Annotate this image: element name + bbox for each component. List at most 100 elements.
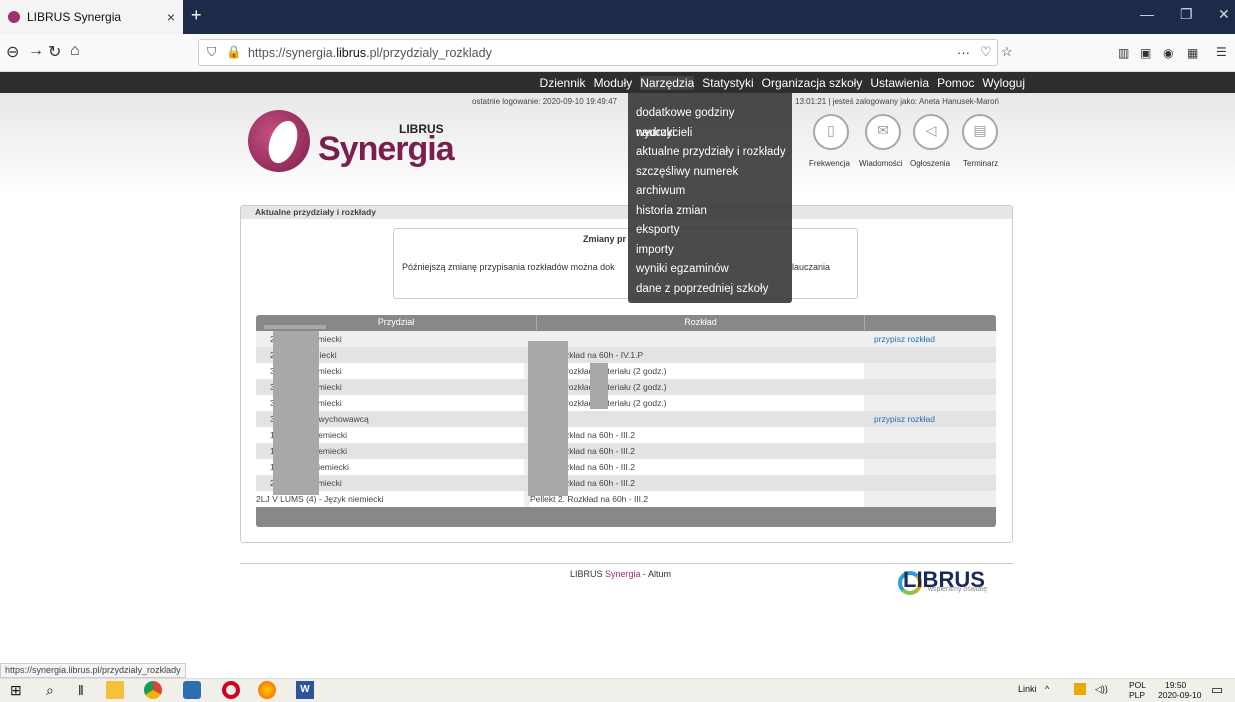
cell-rozklad[interactable]: t 2. Rozkład na 60h - III.2 [530,475,864,491]
browser-tab-bar [0,0,1235,34]
status-bar-url: https://synergia.librus.pl/przydzialy_ro… [0,663,186,678]
menu-pomoc[interactable]: Pomoc [937,76,974,90]
back-icon[interactable]: ⊖ [6,42,19,62]
menu-organizacja[interactable]: Organizacja szkoły [762,76,863,90]
cell-rozklad[interactable]: IA; B - rozkład materiału (2 godz.) [530,363,864,379]
dropdown-item-szczesliwy-numerek[interactable]: szczęśliwy numerek [628,163,792,183]
table-row: 3 - Zajęcia z wychowawcą przypisz rozkła… [256,411,996,427]
info-title: Zmiany pr [583,234,627,244]
ogloszenia-button[interactable]: ◁ [913,114,949,150]
file-explorer-icon[interactable] [106,681,124,699]
dropdown-item-importy[interactable]: importy [628,241,792,261]
dropdown-item-wydruki[interactable]: wydruki [628,124,792,144]
page-actions-icon[interactable]: ··· [957,45,970,60]
cell-rozklad[interactable]: Pellekt 2. Rozkład na 60h - III.2 [530,491,864,507]
dropdown-item-wyniki-egzaminow[interactable]: wyniki egzaminów [628,260,792,280]
tray-lang[interactable]: POL [1129,680,1146,690]
extension-icon[interactable]: ▦ [1187,46,1198,60]
redaction-block [264,325,326,329]
wiadomosci-button[interactable]: ✉ [865,114,901,150]
opera-icon[interactable] [222,681,240,699]
footer-logo-sub: wspieramy oświatę [928,586,988,593]
bookmark-star-icon[interactable]: ☆ [1001,44,1013,60]
reload-icon[interactable]: ↻ [48,42,61,62]
pocket-icon[interactable]: ♡ [980,44,992,60]
account-icon[interactable]: ◉ [1163,46,1173,60]
menu-wyloguj[interactable]: Wyloguj [982,76,1025,90]
logo-synergia-text: Synergia [318,130,455,168]
main-menu: Dziennik Moduły Narzędzia Statystyki Org… [0,72,1235,93]
terminarz-label[interactable]: Terminarz [963,159,998,168]
assign-schedule-link[interactable]: przypisz rozkład [870,331,996,347]
shield-icon: ⛉ [207,45,217,59]
table-row: 2 - Język niemiecki t 2. Rozkład na 60h … [256,475,996,491]
terminarz-button[interactable]: ▤ [962,114,998,150]
menu-narzedzia[interactable]: Narzędzia [640,75,695,90]
dropdown-item-dane-poprzedniej[interactable]: dane z poprzedniej szkoły [628,280,792,300]
table-row: 1 l) - Język niemiecki t 1. Rozkład na 6… [256,459,996,475]
menu-ustawienia[interactable]: Ustawienia [870,76,929,90]
footer-divider [240,563,1013,564]
table-row: 1 ) - Język niemiecki t 1. Rozkład na 60… [256,427,996,443]
table-row: 3 - Język niemiecki IA; B - rozkład mate… [256,379,996,395]
librus-favicon-icon [8,11,20,23]
cell-rozklad[interactable]: t 1. Rozkład na 60h - III.2 [530,443,864,459]
word-icon[interactable]: W [296,681,314,699]
dropdown-item-dodatkowe-godziny[interactable]: dodatkowe godziny nauczycieli [628,104,792,139]
tray-date[interactable]: 2020-09-10 [1158,690,1201,700]
calendar-icon: ▤ [973,122,987,138]
notification-icon[interactable]: ▭ [1211,682,1223,698]
clipboard-icon: ▯ [827,122,835,138]
cell-rozklad[interactable]: t 1. Rozkład na 60h - III.2 [530,459,864,475]
volume-icon[interactable]: ◁)) [1095,684,1108,695]
url-text: https://synergia.librus.pl/przydzialy_ro… [247,45,492,60]
dropdown-item-aktualne-przydzialy[interactable]: aktualne przydziały i rozkłady [628,143,792,163]
search-icon[interactable]: ⌕ [46,682,54,699]
cell-rozklad[interactable]: IA; B - rozkład materiału (2 godz.) [530,379,864,395]
new-tab-button[interactable]: + [191,5,202,26]
assign-schedule-link[interactable]: przypisz rozkład [870,411,996,427]
chrome-icon[interactable] [144,681,162,699]
dropdown-item-eksporty[interactable]: eksporty [628,221,792,241]
tray-time[interactable]: 19:50 [1165,680,1186,690]
library-icon[interactable]: ▥ [1118,46,1129,60]
menu-statystyki[interactable]: Statystyki [702,76,753,90]
narzedzia-dropdown: dodatkowe godziny nauczycieli wydruki ak… [628,93,792,303]
menu-dziennik[interactable]: Dziennik [540,76,586,90]
forward-icon[interactable]: → [28,42,44,60]
cell-rozklad[interactable]: IA; B - rozkład materiału (2 godz.) [530,395,864,411]
tray-chevron-icon[interactable]: ^ [1045,684,1049,694]
browser-tab[interactable]: LIBRUS Synergia × [0,0,183,34]
media-app-icon[interactable] [183,681,201,699]
table-row: 2LJ V LUMS (4) - Język niemiecki Pellekt… [256,491,996,507]
tray-app-icon[interactable] [1074,683,1086,695]
dropdown-item-archiwum[interactable]: archiwum [628,182,792,202]
windows-start-icon[interactable]: ⊞ [10,682,22,699]
tab-close-icon[interactable]: × [167,9,175,25]
tray-lang2[interactable]: PLP [1129,690,1145,700]
table-row: 2 Język niemiecki t 3. Rozkład na 60h - … [256,347,996,363]
frekwencja-button[interactable]: ▯ [813,114,849,150]
tray-links[interactable]: Linki [1018,684,1037,694]
cell-rozklad[interactable]: t 1. Rozkład na 60h - III.2 [530,427,864,443]
table-row: 1 ) - Język niemiecki t 1. Rozkład na 60… [256,443,996,459]
wiadomosci-label[interactable]: Wiadomości [859,159,903,168]
frekwencja-label[interactable]: Frekwencja [809,159,850,168]
task-view-icon[interactable]: ‖ [78,682,84,698]
info-text: Późniejszą zmianę przypisania rozkładów … [402,262,615,272]
restore-icon[interactable]: ❐ [1180,6,1193,23]
dropdown-item-historia-zmian[interactable]: historia zmian [628,202,792,222]
home-icon[interactable]: ⌂ [70,42,80,60]
url-bar[interactable]: ⛉ 🔒 https://synergia.librus.pl/przydzial… [198,39,998,66]
synergia-logo-icon[interactable] [248,110,310,172]
menu-moduly[interactable]: Moduły [594,76,633,90]
table-row: 3 - Język niemiecki IA; B - rozkład mate… [256,395,996,411]
sidebar-icon[interactable]: ▣ [1140,46,1151,60]
window-close-icon[interactable]: ✕ [1218,6,1230,23]
firefox-icon[interactable] [258,681,276,699]
menu-icon[interactable]: ☰ [1216,45,1227,59]
cell-rozklad[interactable]: t 3. Rozkład na 60h - IV.1.P [530,347,864,363]
ogloszenia-label[interactable]: Ogłoszenia [910,159,950,168]
minimize-icon[interactable]: — [1140,6,1154,22]
last-login-info: ostatnie logowanie: 2020-09-10 19:49:47 [472,97,617,106]
